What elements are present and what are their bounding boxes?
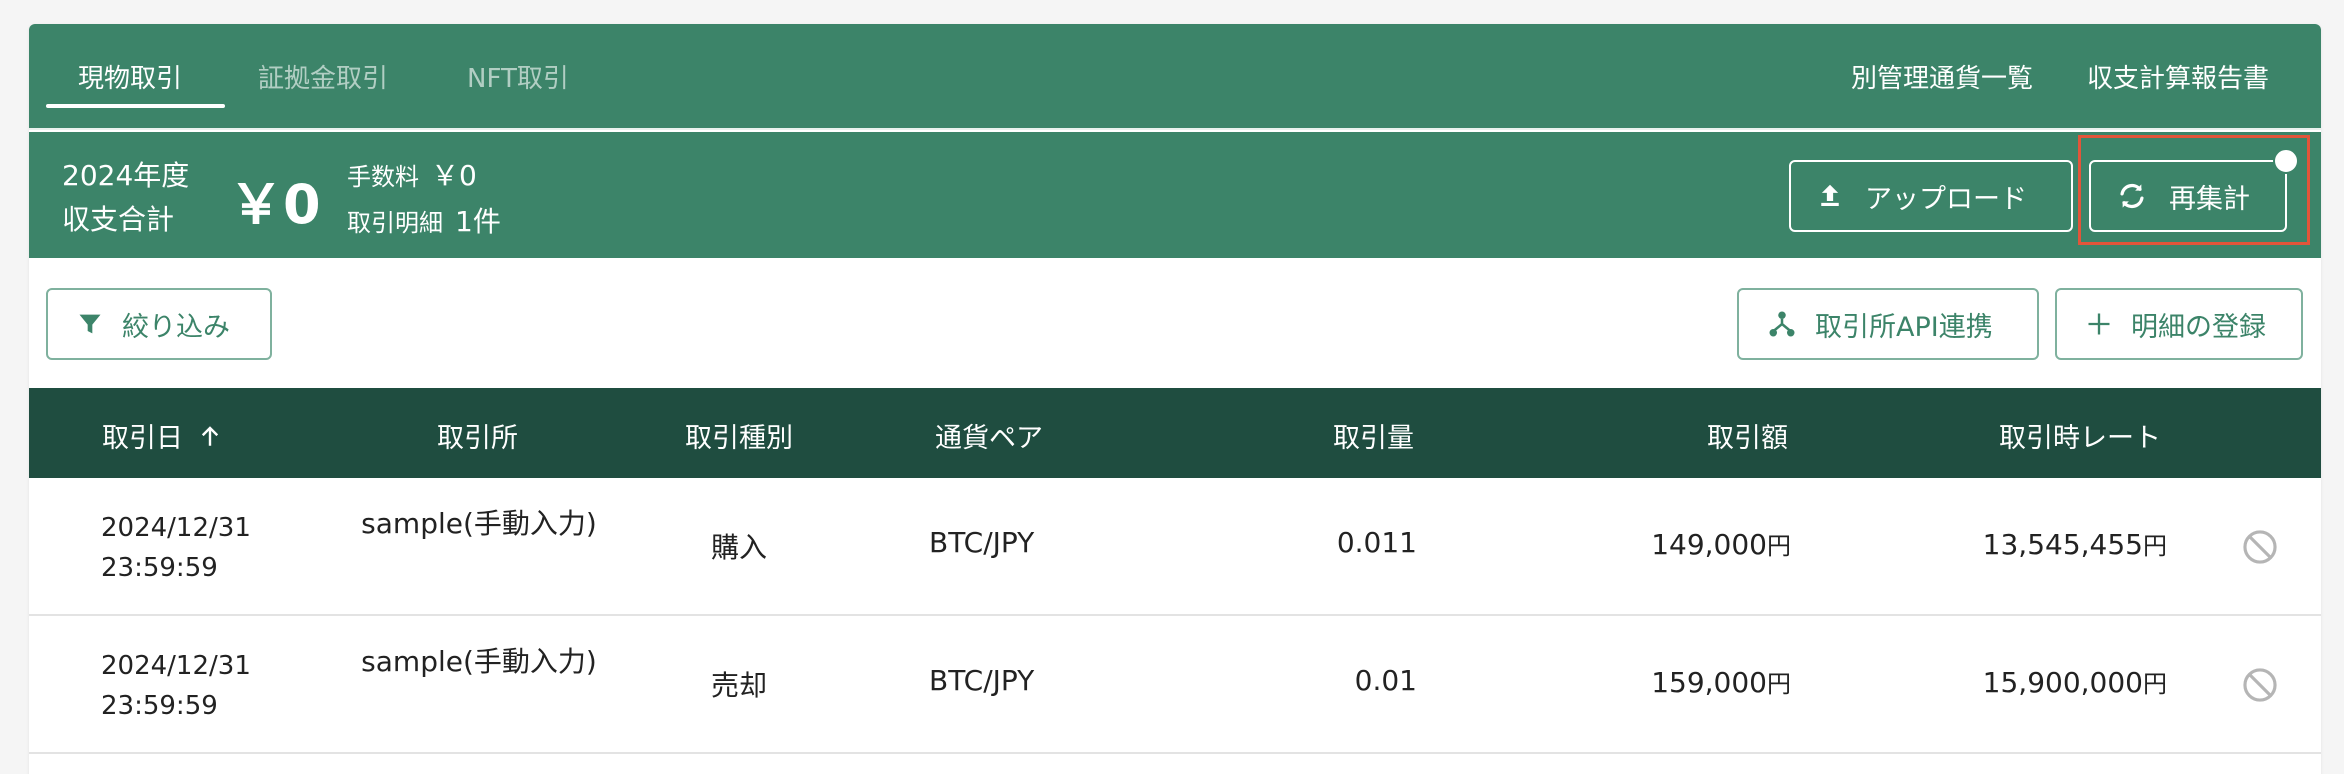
currency-list-link[interactable]: 別管理通貨一覧 <box>1851 58 2033 95</box>
row-time: 23:59:59 <box>101 691 218 721</box>
row-qty: 0.01 <box>1354 664 1417 697</box>
total-label: 収支合計 <box>62 203 175 236</box>
add-label: 明細の登録 <box>2131 311 2266 343</box>
col-date[interactable]: 取引日 <box>102 416 223 455</box>
filter-icon <box>76 310 104 338</box>
upload-icon <box>1815 181 1845 211</box>
tab-spot[interactable]: 現物取引 <box>78 58 182 95</box>
fee-line: 手数料 ￥0 <box>347 154 477 194</box>
yen-unit: 円 <box>1767 670 1791 698</box>
row-datetime: 2024/12/31 23:59:59 <box>101 646 251 726</box>
table-row[interactable]: 2024/12/31 23:59:59 sample(手動入力) 売却 BTC/… <box>29 616 2321 754</box>
tab-bar: 現物取引 証拠金取引 NFT取引 別管理通貨一覧 収支計算報告書 <box>29 24 2321 130</box>
tab-margin[interactable]: 証拠金取引 <box>258 58 388 95</box>
detail-value: 1件 <box>455 205 501 238</box>
row-type: 売却 <box>711 669 768 702</box>
report-link[interactable]: 収支計算報告書 <box>2087 58 2269 95</box>
fee-label: 手数料 <box>347 163 419 191</box>
col-exchange: 取引所 <box>437 423 518 454</box>
fiscal-year: 2024年度 <box>62 159 190 192</box>
row-pair: BTC/JPY <box>929 526 1035 559</box>
row-amount-value: 159,000 <box>1651 666 1767 699</box>
upload-button[interactable]: アップロード <box>1789 160 2073 232</box>
filter-label: 絞り込み <box>122 311 230 343</box>
col-amount: 取引額 <box>1707 423 1788 454</box>
total-value: ￥0 <box>229 173 321 236</box>
upload-label: アップロード <box>1865 183 2027 215</box>
row-rate: 13,545,455円 <box>1983 526 2167 561</box>
yen-unit: 円 <box>1767 532 1791 560</box>
row-date: 2024/12/31 <box>101 513 251 543</box>
row-pair: BTC/JPY <box>929 664 1035 697</box>
row-exchange: sample(手動入力) <box>361 507 597 540</box>
table-header: 取引日 取引所 取引種別 通貨ペア 取引量 取引額 取引時レート <box>29 388 2321 478</box>
detail-line: 取引明細 1件 <box>347 200 501 240</box>
exclude-icon[interactable] <box>2241 528 2279 566</box>
yen-unit: 円 <box>2143 532 2167 560</box>
row-time: 23:59:59 <box>101 553 218 583</box>
row-rate-value: 13,545,455 <box>1982 528 2143 561</box>
row-amount: 159,000円 <box>1651 664 1791 699</box>
row-rate: 15,900,000円 <box>1983 664 2167 699</box>
row-amount: 149,000円 <box>1651 526 1791 561</box>
sort-ascending-icon[interactable] <box>197 423 223 449</box>
table-row[interactable]: 2024/12/31 23:59:59 sample(手動入力) 購入 BTC/… <box>29 478 2321 616</box>
detail-label: 取引明細 <box>347 209 443 237</box>
row-rate-value: 15,900,000 <box>1982 666 2143 699</box>
row-exchange: sample(手動入力) <box>361 645 597 678</box>
row-type: 購入 <box>711 531 768 564</box>
row-qty: 0.011 <box>1336 526 1417 559</box>
yen-unit: 円 <box>2143 670 2167 698</box>
row-datetime: 2024/12/31 23:59:59 <box>101 508 251 588</box>
col-date-label: 取引日 <box>102 423 183 454</box>
col-rate: 取引時レート <box>1999 423 2161 454</box>
fiscal-year-block: 2024年度 収支合計 <box>62 154 189 242</box>
network-icon <box>1767 309 1797 339</box>
fee-value: ￥0 <box>431 159 477 192</box>
col-pair: 通貨ペア <box>935 423 1043 454</box>
notification-dot <box>2273 148 2299 174</box>
plus-icon <box>2085 310 2113 338</box>
api-label: 取引所API連携 <box>1815 311 1993 343</box>
main-panel: 現物取引 証拠金取引 NFT取引 別管理通貨一覧 収支計算報告書 2024年度 … <box>29 24 2321 774</box>
col-qty: 取引量 <box>1333 423 1414 454</box>
summary-band: 2024年度 収支合計 ￥0 手数料 ￥0 取引明細 1件 アップロード 再集計 <box>29 132 2321 258</box>
add-detail-button[interactable]: 明細の登録 <box>2055 288 2303 360</box>
row-date: 2024/12/31 <box>101 651 251 681</box>
tab-nft[interactable]: NFT取引 <box>467 58 569 95</box>
row-amount-value: 149,000 <box>1651 528 1767 561</box>
exclude-icon[interactable] <box>2241 666 2279 704</box>
api-link-button[interactable]: 取引所API連携 <box>1737 288 2039 360</box>
active-tab-indicator <box>46 104 225 108</box>
col-type: 取引種別 <box>685 423 793 454</box>
filter-button[interactable]: 絞り込み <box>46 288 272 360</box>
